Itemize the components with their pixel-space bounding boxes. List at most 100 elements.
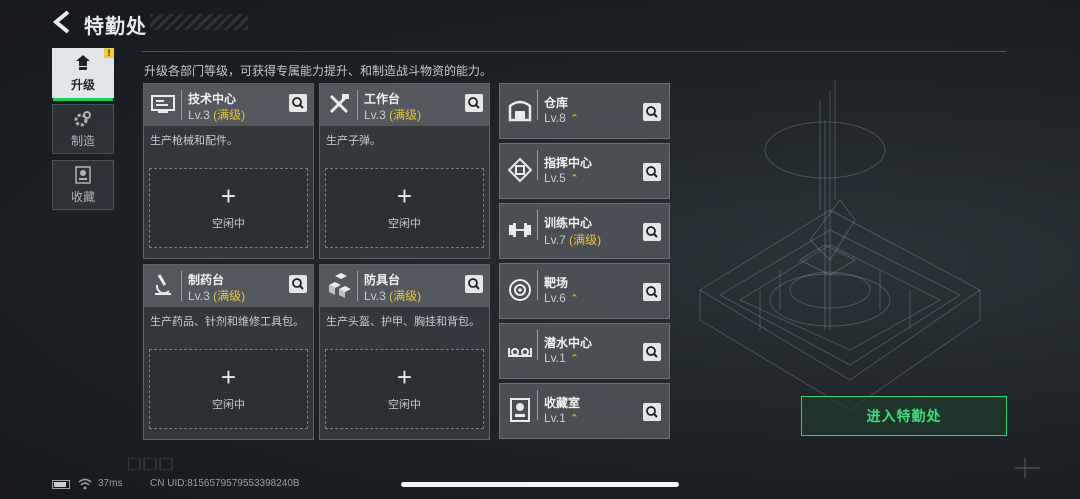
card-level: Lv.3 (满级) <box>188 108 246 122</box>
target-icon <box>509 279 531 301</box>
search-icon[interactable] <box>643 163 661 181</box>
gear-icon <box>74 110 91 126</box>
diving-mask-icon <box>508 348 532 357</box>
upgrade-icon <box>76 54 90 70</box>
corner-crosshair-icon <box>1015 458 1040 478</box>
tab-alert-badge: ! <box>104 48 114 58</box>
card-name: 收藏室 <box>544 396 581 410</box>
card-description: 生产子弹。 <box>326 135 381 147</box>
search-icon[interactable] <box>465 94 483 112</box>
production-slot[interactable]: + 空闲中 <box>325 168 484 248</box>
dumbbell-icon <box>509 223 531 237</box>
upgrade-available-icon: ⌃ <box>569 173 580 185</box>
tab-collection-label: 收藏 <box>70 189 95 204</box>
separator <box>181 90 182 120</box>
plus-icon: + <box>220 362 237 392</box>
card-level: Lv.1 ⌃ <box>544 411 580 425</box>
card-level: Lv.3 (满级) <box>364 108 422 122</box>
card-name: 技术中心 <box>188 92 237 106</box>
tab-craft[interactable]: 制造 <box>52 104 114 154</box>
card-pharmacy[interactable]: 制药台 Lv.3 (满级) 生产药品、针剂和维修工具包。 + 空闲中 <box>143 264 314 440</box>
collection-icon <box>75 165 91 184</box>
tab-collection[interactable]: 收藏 <box>52 160 114 210</box>
tools-icon <box>329 94 349 114</box>
search-icon[interactable] <box>643 283 661 301</box>
card-name: 训练中心 <box>544 216 593 230</box>
search-icon[interactable] <box>289 94 307 112</box>
separator <box>181 271 182 301</box>
plus-icon: + <box>396 362 413 392</box>
card-level: Lv.3 (满级) <box>364 289 422 303</box>
card-name: 潜水中心 <box>544 336 593 350</box>
card-level: Lv.1 ⌃ <box>544 351 580 365</box>
card-name: 制药台 <box>188 273 225 287</box>
card-level: Lv.7 (满级) <box>544 233 602 247</box>
card-tech-center[interactable]: 技术中心 Lv.3 (满级) 生产枪械和配件。 + 空闲中 <box>143 83 314 259</box>
wifi-icon <box>78 478 92 490</box>
trophy-case-icon <box>510 398 530 422</box>
tech-center-icon <box>151 95 175 113</box>
upgrade-available-icon: ⌃ <box>569 353 580 365</box>
card-name: 防具台 <box>364 273 401 287</box>
search-icon[interactable] <box>643 343 661 361</box>
armor-boxes-icon <box>329 273 351 298</box>
card-level: Lv.6 ⌃ <box>544 291 580 305</box>
upgrade-available-icon: ⌃ <box>569 293 580 305</box>
card-name: 指挥中心 <box>544 156 593 170</box>
page-title: 特勤处 <box>84 16 147 38</box>
slot-status: 空闲中 <box>212 399 245 411</box>
slot-status: 空闲中 <box>212 218 245 230</box>
card-workbench[interactable]: 工作台 Lv.3 (满级) 生产子弹。 + 空闲中 <box>319 83 490 259</box>
separator <box>537 150 538 180</box>
card-armor-bench[interactable]: 防具台 Lv.3 (满级) 生产头盔、护甲、胸挂和背包。 + 空闲中 <box>319 264 490 440</box>
separator <box>357 90 358 120</box>
tab-upgrade[interactable]: ! 升级 <box>52 48 114 101</box>
card-warehouse[interactable]: 仓库 Lv.8 ⌃ <box>499 83 670 139</box>
upgrade-available-icon: ⌃ <box>569 413 580 425</box>
card-name: 靶场 <box>544 276 569 290</box>
tab-upgrade-label: 升级 <box>70 77 95 92</box>
search-icon[interactable] <box>643 223 661 241</box>
separator <box>357 271 358 301</box>
slot-status: 空闲中 <box>388 218 421 230</box>
warehouse-icon <box>508 100 532 122</box>
card-collection-room[interactable]: 收藏室 Lv.1 ⌃ <box>499 383 670 439</box>
production-slot[interactable]: + 空闲中 <box>149 349 308 429</box>
card-name: 仓库 <box>544 96 569 110</box>
card-description: 生产药品、针剂和维修工具包。 <box>150 316 304 328</box>
card-name: 工作台 <box>364 92 401 106</box>
slot-status: 空闲中 <box>388 399 421 411</box>
upgrade-available-icon: ⌃ <box>569 113 580 125</box>
separator <box>537 210 538 240</box>
production-slot[interactable]: + 空闲中 <box>325 349 484 429</box>
card-training-center[interactable]: 训练中心 Lv.7 (满级) <box>499 203 670 259</box>
card-shooting-range[interactable]: 靶场 Lv.6 ⌃ <box>499 263 670 319</box>
separator <box>537 330 538 360</box>
back-arrow-icon[interactable] <box>52 10 72 34</box>
home-indicator[interactable] <box>401 482 679 487</box>
search-icon[interactable] <box>643 403 661 421</box>
top-divider <box>142 51 1006 52</box>
card-diving-center[interactable]: 潜水中心 Lv.1 ⌃ <box>499 323 670 379</box>
card-command-center[interactable]: 指挥中心 Lv.5 ⌃ <box>499 143 670 199</box>
decorative-squares <box>128 458 173 470</box>
ping-value: 37ms <box>98 478 123 489</box>
search-icon[interactable] <box>643 103 661 121</box>
enter-special-ops-button[interactable]: 进入特勤处 <box>801 396 1007 436</box>
search-icon[interactable] <box>465 275 483 293</box>
tab-craft-label: 制造 <box>70 133 95 148</box>
production-slot[interactable]: + 空闲中 <box>149 168 308 248</box>
page-description: 升级各部门等级，可获得专属能力提升、和制造战斗物资的能力。 <box>144 64 493 78</box>
card-description: 生产枪械和配件。 <box>150 135 238 147</box>
separator <box>537 270 538 300</box>
chip-icon <box>507 157 533 183</box>
separator <box>537 390 538 420</box>
card-level: Lv.8 ⌃ <box>544 111 580 125</box>
microscope-icon <box>155 274 171 295</box>
card-level: Lv.5 ⌃ <box>544 171 580 185</box>
title-decoration <box>150 14 248 30</box>
plus-icon: + <box>396 181 413 211</box>
separator <box>537 90 538 120</box>
search-icon[interactable] <box>289 275 307 293</box>
battery-icon <box>52 480 70 489</box>
